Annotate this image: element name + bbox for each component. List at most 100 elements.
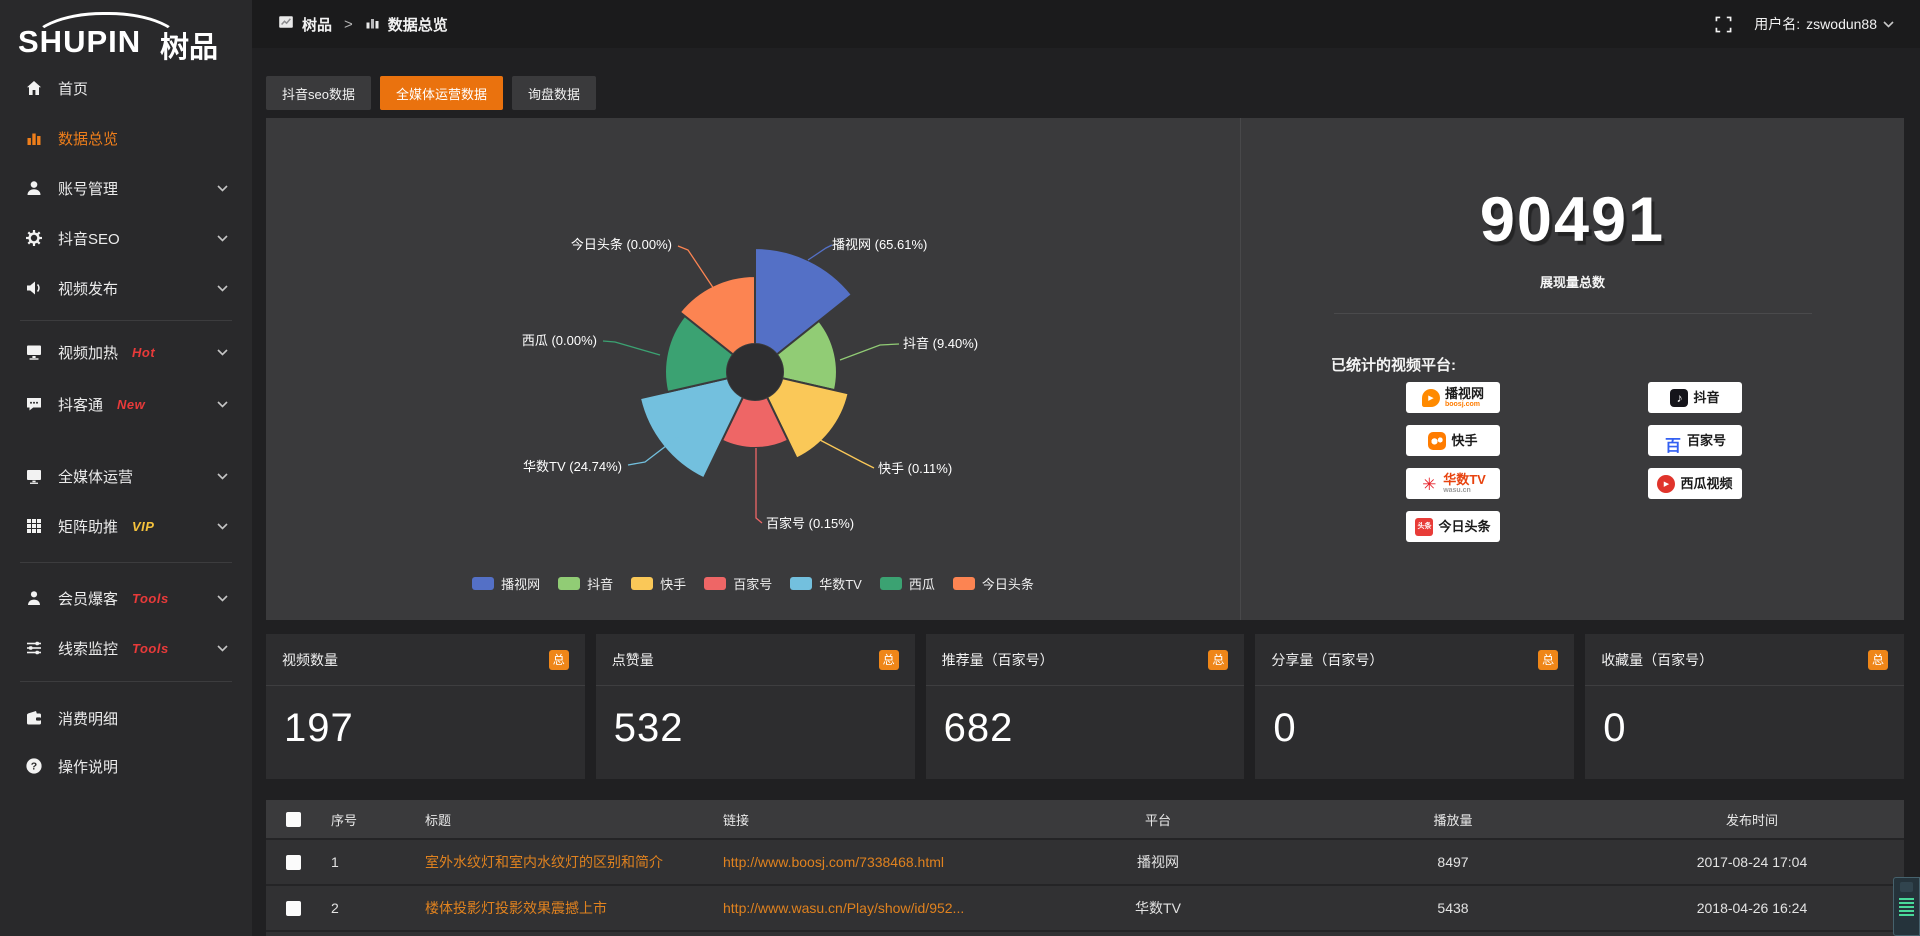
legend-swatch: [880, 577, 902, 590]
legend-item-快手[interactable]: 快手: [631, 574, 686, 593]
legend-label: 今日头条: [982, 574, 1034, 593]
legend-swatch: [790, 577, 812, 590]
douyin-logo-icon: ♪: [1670, 389, 1688, 407]
stat-card-total-badge[interactable]: 总: [1538, 650, 1558, 670]
app-root: SHUPIN 树品 首页数据总览账号管理抖音SEO视频发布视频加热Hot抖客通N…: [0, 0, 1920, 936]
sidebar-item-1[interactable]: 首页: [0, 63, 252, 113]
rose-pie-chart[interactable]: [266, 118, 1240, 620]
legend-item-百家号[interactable]: 百家号: [704, 574, 772, 593]
stat-card-3: 推荐量（百家号）总682: [926, 634, 1245, 779]
breadcrumb-root[interactable]: 树品: [302, 14, 332, 35]
sidebar-item-13[interactable]: ?操作说明: [0, 741, 252, 791]
stat-card-total-badge[interactable]: 总: [879, 650, 899, 670]
cell-title-link[interactable]: 楼体投影灯投影效果震撼上市: [415, 898, 713, 918]
sidebar-item-6[interactable]: 视频加热Hot: [0, 327, 252, 377]
pie-label-抖音: 抖音 (9.40%): [903, 336, 978, 352]
pie-slice-快手[interactable]: [767, 378, 849, 458]
grid-icon: [24, 516, 44, 536]
pie-label-华数TV: 华数TV (24.74%): [523, 459, 622, 475]
chevron-down-icon: [217, 185, 228, 192]
legend-item-今日头条[interactable]: 今日头条: [953, 574, 1034, 593]
sidebar-item-label: 线索监控: [58, 638, 118, 659]
sidebar-item-9[interactable]: 矩阵助推VIP: [0, 501, 252, 551]
platform-chip-name: 播视网: [1445, 387, 1484, 401]
stat-card-value: 197: [266, 686, 585, 751]
sidebar-item-label: 全媒体运营: [58, 466, 133, 487]
platform-chip-toutiao[interactable]: 头条今日头条: [1406, 511, 1500, 542]
platform-chip-kuaishou[interactable]: 快手: [1406, 425, 1500, 456]
legend-item-播视网[interactable]: 播视网: [472, 574, 540, 593]
platform-chip-boosj[interactable]: ▶播视网boosj.com: [1406, 382, 1500, 413]
select-all-checkbox[interactable]: [286, 812, 301, 827]
breadcrumb-current[interactable]: 数据总览: [388, 14, 448, 35]
platform-chip-douyin[interactable]: ♪ 抖音: [1648, 382, 1742, 413]
app-logo[interactable]: SHUPIN 树品: [18, 10, 238, 62]
cell-platform: 华数TV: [1010, 898, 1306, 918]
sidebar-divider: [20, 320, 232, 321]
platform-chip-name: 华数TV: [1443, 473, 1486, 487]
row-checkbox[interactable]: [286, 855, 301, 870]
cell-plays: 5438: [1306, 900, 1600, 916]
legend-item-西瓜[interactable]: 西瓜: [880, 574, 935, 593]
speaker-icon: [24, 278, 44, 298]
sidebar-item-2[interactable]: 数据总览: [0, 113, 252, 163]
pie-slice-华数TV[interactable]: [640, 378, 743, 478]
col-platform: 平台: [1010, 810, 1306, 829]
sidebar-item-5[interactable]: 视频发布: [0, 263, 252, 313]
row-checkbox[interactable]: [286, 901, 301, 916]
sidebar-item-4[interactable]: 抖音SEO: [0, 213, 252, 263]
cell-url-link[interactable]: http://www.wasu.cn/Play/show/id/952...: [713, 900, 1010, 916]
user-menu[interactable]: 用户名: zswodun88: [1754, 14, 1894, 34]
platform-chip-baijiahao[interactable]: 百百家号: [1648, 425, 1742, 456]
logo-text-cn: 树品: [160, 24, 218, 66]
chevron-down-icon: [217, 401, 228, 408]
baijiahao-logo-icon: 百: [1664, 432, 1682, 450]
stat-card-total-badge[interactable]: 总: [1208, 650, 1228, 670]
platform-chip-sub: wasu.cn: [1443, 487, 1471, 494]
sidebar-item-3[interactable]: 账号管理: [0, 163, 252, 213]
col-index: 序号: [321, 810, 415, 829]
stat-card-total-badge[interactable]: 总: [549, 650, 569, 670]
stat-card-title: 视频数量: [282, 650, 338, 670]
stat-card-total-badge[interactable]: 总: [1868, 650, 1888, 670]
sidebar-item-8[interactable]: 全媒体运营: [0, 451, 252, 501]
platform-chip-name: 今日头条: [1438, 520, 1490, 534]
legend-swatch: [631, 577, 653, 590]
stat-card-value: 0: [1255, 686, 1574, 751]
tab-1[interactable]: 抖音seo数据: [266, 76, 371, 110]
total-impressions-label: 展现量总数: [1241, 272, 1904, 291]
logo-text-en: SHUPIN: [18, 24, 141, 60]
tab-2[interactable]: 全媒体运营数据: [380, 76, 503, 110]
sidebar-item-badge: Hot: [132, 345, 155, 360]
cell-title-link[interactable]: 室外水纹灯和室内水纹灯的区别和简介: [415, 852, 713, 872]
platform-chip-name: 百家号: [1687, 434, 1726, 448]
total-impressions-value: 90491: [1241, 184, 1904, 256]
stat-card-2: 点赞量总532: [596, 634, 915, 779]
sidebar-item-11[interactable]: 线索监控Tools: [0, 623, 252, 673]
cell-url-link[interactable]: http://www.boosj.com/7338468.html: [713, 854, 1010, 870]
platform-chip-name: 抖音: [1693, 391, 1719, 405]
gear-icon: [24, 228, 44, 248]
platform-share-chart: 播视网抖音快手百家号华数TV西瓜今日头条 播视网 (65.61%)抖音 (9.4…: [266, 118, 1240, 620]
chevron-down-icon: [217, 523, 228, 530]
chevron-down-icon: [217, 235, 228, 242]
floating-widget[interactable]: [1893, 877, 1920, 936]
fullscreen-icon[interactable]: [1715, 16, 1732, 33]
sidebar-item-badge: VIP: [132, 519, 154, 534]
video-table: 序号标题链接平台播放量发布时间1室外水纹灯和室内水纹灯的区别和简介http://…: [266, 800, 1904, 936]
legend-item-抖音[interactable]: 抖音: [558, 574, 613, 593]
platform-chip-xigua[interactable]: ▶西瓜视频: [1648, 468, 1742, 499]
tab-3[interactable]: 询盘数据: [512, 76, 596, 110]
sidebar-item-10[interactable]: 会员爆客Tools: [0, 573, 252, 623]
platform-chip-wasu[interactable]: ✳华数TVwasu.cn: [1406, 468, 1500, 499]
legend-item-华数TV[interactable]: 华数TV: [790, 574, 862, 593]
pie-hole: [727, 344, 783, 400]
sidebar-item-12[interactable]: 消费明细: [0, 693, 252, 743]
legend-swatch: [953, 577, 975, 590]
col-time: 发布时间: [1600, 810, 1904, 829]
home-icon: [24, 78, 44, 98]
data-tabs: 抖音seo数据全媒体运营数据询盘数据: [266, 76, 596, 110]
sidebar-item-label: 消费明细: [58, 708, 118, 729]
sidebar-divider: [20, 562, 232, 563]
sidebar-item-7[interactable]: 抖客通New: [0, 379, 252, 429]
